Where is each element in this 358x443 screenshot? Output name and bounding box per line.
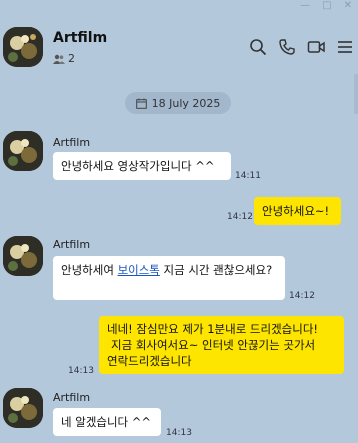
- my-message-bubble[interactable]: 안녕하세요~!: [254, 197, 341, 225]
- message-time: 14:11: [235, 171, 261, 181]
- scrollbar[interactable]: [354, 74, 358, 114]
- avatar[interactable]: [3, 236, 43, 276]
- message-time: 14:13: [68, 366, 94, 376]
- maximize-icon[interactable]: □: [322, 0, 331, 12]
- message-bubble[interactable]: 안녕하세여 보이스톡 지금 시간 괜찮으세요?: [53, 256, 285, 300]
- my-message-bubble[interactable]: 네네! 잠심만요 제가 1분내로 드리겠습니다! 지금 회사여서요~ 인터넷 안…: [99, 316, 344, 374]
- avatar[interactable]: [3, 388, 43, 428]
- sender-name: Artfilm: [53, 238, 91, 251]
- people-icon: [53, 54, 65, 64]
- message-text: 지금 시간 괜찮으세요?: [159, 263, 273, 277]
- chat-title: Artfilm: [53, 30, 108, 46]
- window-controls: — □ ✕: [300, 0, 352, 12]
- sender-name: Artfilm: [53, 391, 91, 404]
- avatar[interactable]: [3, 27, 43, 67]
- message-time: 14:12: [289, 291, 315, 301]
- close-icon[interactable]: ✕: [344, 0, 352, 12]
- member-count-value: 2: [68, 52, 75, 65]
- message-time: 14:13: [166, 428, 192, 438]
- calendar-icon: [135, 98, 147, 109]
- date-text: 18 July 2025: [151, 96, 221, 110]
- minimize-icon[interactable]: —: [300, 0, 310, 12]
- message-time: 14:12: [227, 212, 253, 222]
- avatar[interactable]: [3, 131, 43, 171]
- message-bubble[interactable]: 네 알겠습니다 ^^: [53, 408, 161, 436]
- message-line: 지금 회사여서요~ 인터넷 안끊기는 곳가서: [111, 338, 316, 352]
- message-bubble[interactable]: 안녕하세요 영상작가입니다 ^^: [53, 152, 231, 180]
- chat-header: Artfilm 2: [0, 24, 358, 74]
- member-count[interactable]: 2: [53, 52, 75, 65]
- message-line: 네네! 잠심만요 제가 1분내로 드리겠습니다!: [107, 322, 319, 336]
- search-icon[interactable]: [249, 38, 267, 56]
- message-line: 연락드리겠습니다: [107, 354, 192, 368]
- header-actions: [249, 38, 354, 56]
- video-icon[interactable]: [307, 38, 325, 56]
- sender-name: Artfilm: [53, 136, 91, 149]
- menu-icon[interactable]: [336, 38, 354, 56]
- phone-icon[interactable]: [278, 38, 296, 56]
- message-text: 안녕하세여: [61, 263, 118, 277]
- voicetalk-link[interactable]: 보이스톡: [118, 263, 160, 277]
- date-divider: 18 July 2025: [125, 92, 231, 114]
